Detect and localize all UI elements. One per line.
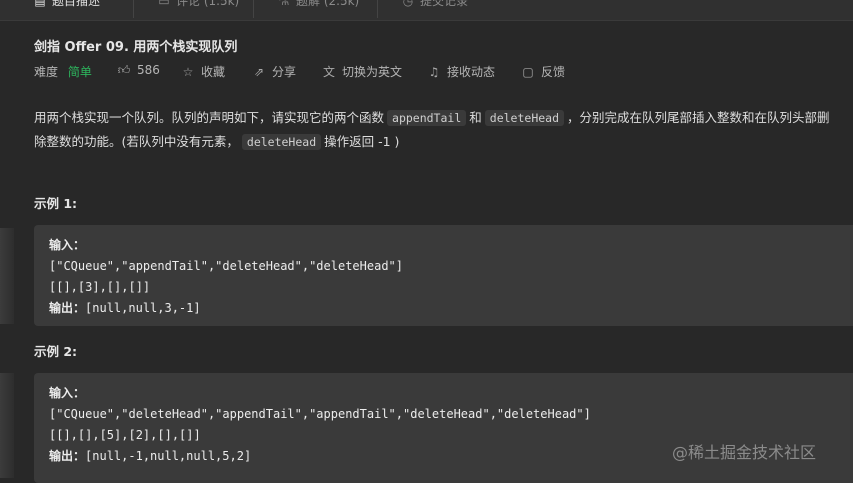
left-edge-shade: [0, 228, 14, 324]
description-text: 除整数的功能。(若队列中没有元素，: [34, 134, 239, 149]
like-button[interactable]: 👍︎ 586: [117, 63, 160, 78]
problem-description: 用两个栈实现一个队列。队列的声明如下，请实现它的两个函数 appendTail 和 d…: [34, 106, 853, 154]
star-icon: ☆: [182, 65, 194, 79]
tab-divider: [133, 0, 134, 18]
tab-solutions[interactable]: ⚗ 题解 (2.5k): [278, 0, 360, 18]
tab-divider: [253, 0, 254, 18]
watermark: @稀土掘金技术社区: [672, 443, 817, 462]
share-icon: ⇗: [253, 65, 265, 79]
description-text: 操作返回 -1 ): [324, 134, 400, 149]
problem-title: 剑指 Offer 09. 用两个栈实现队列: [34, 40, 238, 55]
notifications-label: 接收动态: [447, 65, 496, 79]
inline-code: appendTail: [387, 110, 467, 126]
left-edge-shade: [0, 373, 14, 478]
tab-description[interactable]: ▤ 题目描述: [34, 0, 100, 18]
output-label: 输出：: [49, 449, 86, 463]
favorite-label: 收藏: [201, 65, 226, 79]
switch-language-label: 切换为英文: [342, 65, 403, 79]
example-input-label-line: 输入：: [49, 235, 853, 256]
description-line: 用两个栈实现一个队列。队列的声明如下，请实现它的两个函数 appendTail 和 d…: [34, 106, 853, 130]
document-icon: ▤: [34, 0, 46, 8]
tab-label: 题目描述: [52, 0, 101, 8]
history-icon: ◷: [402, 0, 414, 8]
comment-icon: ▭: [158, 0, 170, 8]
difficulty: 难度 简单: [34, 63, 92, 80]
tab-submissions[interactable]: ◷ 提交记录: [402, 0, 468, 18]
translate-icon: 文: [322, 65, 335, 79]
feedback-button[interactable]: ▢ 反馈: [521, 63, 565, 80]
description-text: ，分别完成在队列尾部插入整数和在队列头部删: [567, 110, 830, 125]
example-title: 示例 2:: [34, 344, 78, 359]
tab-label: 题解 (2.5k): [296, 0, 360, 8]
example-output-line: 输出：[null,null,3,-1]: [49, 298, 853, 319]
tabs-bar: ▤ 题目描述 ▭ 评论 (1.5k) ⚗ 题解 (2.5k) ◷ 提交记录: [0, 0, 853, 21]
like-count: 586: [137, 63, 160, 77]
share-button[interactable]: ⇗ 分享: [252, 63, 296, 80]
tab-comments[interactable]: ▭ 评论 (1.5k): [158, 0, 239, 18]
feedback-label: 反馈: [541, 65, 566, 79]
example-input-line: ["CQueue","appendTail","deleteHead","del…: [49, 259, 404, 273]
example-code-block: 输入： ["CQueue","deleteHead","appendTail",…: [34, 373, 853, 483]
switch-language-button[interactable]: 文切换为英文: [322, 63, 402, 80]
output-value: [null,null,3,-1]: [85, 301, 201, 315]
input-label: 输入：: [49, 386, 86, 400]
share-label: 分享: [272, 65, 297, 79]
output-value: [null,-1,null,null,5,2]: [85, 449, 252, 463]
notifications-button[interactable]: ♫ 接收动态: [427, 63, 495, 80]
favorite-button[interactable]: ☆ 收藏: [181, 63, 225, 80]
example-input-line: [[],[3],[],[]]: [49, 280, 151, 294]
description-line: 除整数的功能。(若队列中没有元素， deleteHead 操作返回 -1 ): [34, 130, 853, 154]
inline-code: deleteHead: [241, 134, 322, 150]
flask-icon: ⚗: [278, 0, 290, 8]
thumbs-up-icon: 👍︎: [117, 63, 131, 77]
example-title: 示例 1:: [34, 196, 78, 211]
tab-label: 评论 (1.5k): [176, 0, 240, 8]
tab-divider: [377, 0, 378, 18]
input-label: 输入：: [49, 238, 86, 252]
inline-code: deleteHead: [484, 110, 565, 126]
bell-icon: ♫: [428, 65, 440, 79]
example-code-block: 输入： ["CQueue","appendTail","deleteHead",…: [34, 225, 853, 326]
example-input-line: ["CQueue","deleteHead","appendTail","app…: [49, 407, 591, 421]
description-text: 和: [469, 110, 482, 125]
description-text: 用两个栈实现一个队列。队列的声明如下，请实现它的两个函数: [34, 110, 385, 125]
difficulty-badge: 简单: [67, 65, 92, 79]
example-input-label-line: 输入：: [49, 383, 853, 404]
output-label: 输出：: [49, 301, 86, 315]
difficulty-label: 难度: [34, 65, 59, 79]
feedback-icon: ▢: [522, 65, 534, 79]
tab-label: 提交记录: [420, 0, 469, 8]
